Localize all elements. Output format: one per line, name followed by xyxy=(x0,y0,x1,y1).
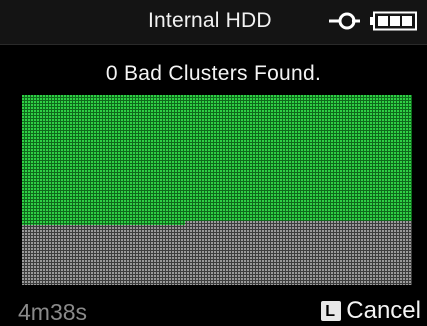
l-key-glyph: L xyxy=(325,303,336,320)
cancel-label: Cancel xyxy=(346,297,421,324)
cancel-button[interactable]: L Cancel xyxy=(321,297,421,324)
drive-title: Internal HDD xyxy=(148,9,272,32)
footer-bar: 4m38s L Cancel xyxy=(0,296,427,325)
title-bar: Internal HDD xyxy=(0,0,427,45)
cluster-scan-map xyxy=(22,95,412,285)
battery-full-icon xyxy=(370,11,417,31)
bad-clusters-message: 0 Bad Clusters Found. xyxy=(105,62,322,85)
elapsed-time: 4m38s xyxy=(18,299,88,325)
power-plug-icon xyxy=(329,12,360,30)
l-key-icon: L xyxy=(321,301,342,321)
scanned-clusters xyxy=(22,95,412,225)
